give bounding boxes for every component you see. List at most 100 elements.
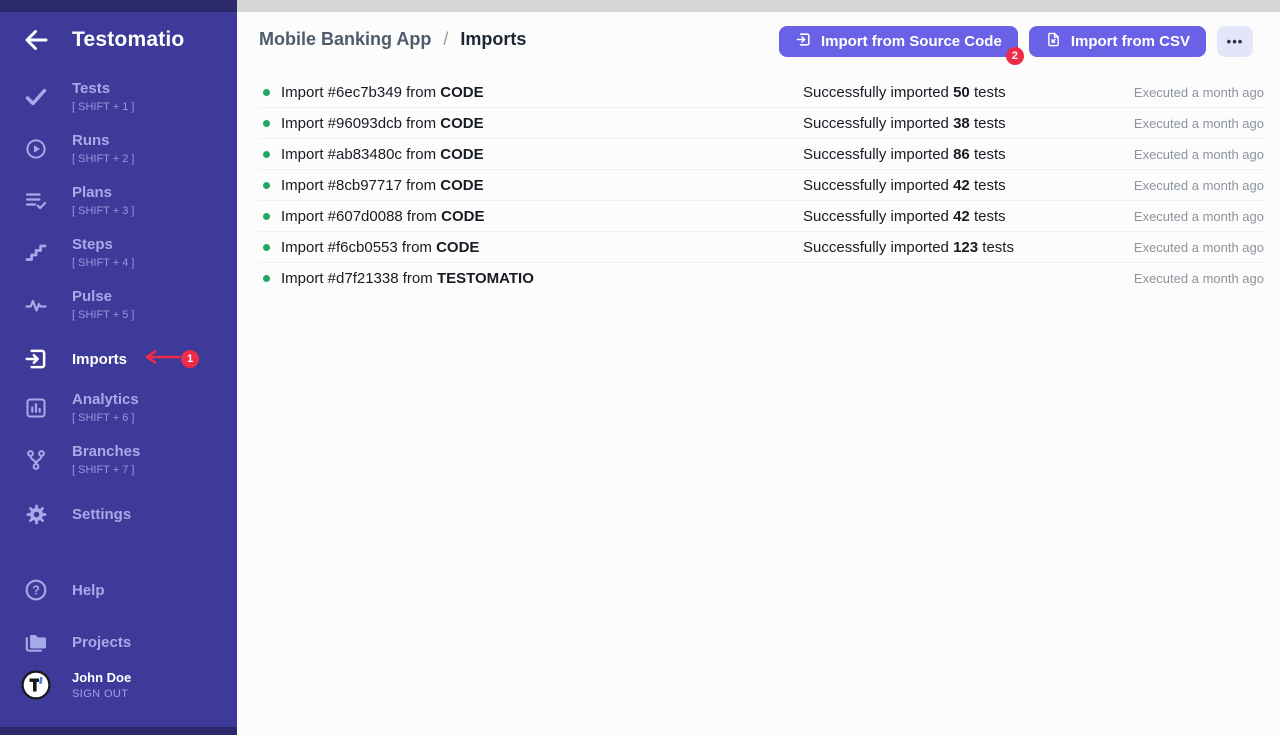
import-result: Successfully imported 50 tests [803, 84, 1134, 101]
main-top-strip [237, 0, 1280, 12]
sidebar-item-settings[interactable]: Settings [0, 501, 237, 527]
import-executed-time: Executed a month ago [1134, 116, 1264, 131]
stairs-icon [0, 241, 72, 265]
import-executed-time: Executed a month ago [1134, 85, 1264, 100]
import-icon [0, 346, 72, 372]
sidebar-item-tests[interactable]: Tests [ SHIFT + 1 ] [0, 80, 237, 114]
sidebar-item-label: Branches [72, 443, 140, 460]
import-executed-time: Executed a month ago [1134, 240, 1264, 255]
annotation-badge: 1 [181, 350, 199, 368]
brand-title: Testomatio [72, 28, 184, 52]
sidebar-top-strip [0, 0, 237, 12]
import-row[interactable]: Import #6ec7b349 from CODE Successfully … [259, 77, 1264, 108]
sidebar-item-projects[interactable]: Projects [0, 628, 237, 656]
sidebar-item-imports[interactable]: Imports 1 [0, 344, 237, 374]
annotation-arrow-icon [139, 348, 181, 371]
breadcrumb-page: Imports [460, 29, 526, 49]
ellipsis-icon: ••• [1227, 34, 1244, 49]
import-result: Successfully imported 123 tests [803, 239, 1134, 256]
import-row[interactable]: Import #8cb97717 from CODE Successfully … [259, 170, 1264, 201]
sidebar-item-label: Runs [72, 132, 134, 149]
sidebar-item-shortcut: [ SHIFT + 2 ] [72, 153, 134, 166]
sidebar-item-steps[interactable]: Steps [ SHIFT + 4 ] [0, 236, 237, 270]
bar-chart-icon [0, 396, 72, 420]
import-executed-time: Executed a month ago [1134, 271, 1264, 286]
sidebar-item-shortcut: [ SHIFT + 6 ] [72, 412, 139, 425]
arrow-left-icon [22, 26, 50, 57]
import-row[interactable]: Import #f6cb0553 from CODE Successfully … [259, 232, 1264, 263]
import-row[interactable]: Import #607d0088 from CODE Successfully … [259, 201, 1264, 232]
sidebar: Testomatio Tests [ SHIFT + 1 ] [0, 0, 237, 735]
sidebar-item-branches[interactable]: Branches [ SHIFT + 7 ] [0, 443, 237, 477]
play-circle-icon [0, 137, 72, 161]
import-title: Import #d7f21338 from TESTOMATIO [281, 270, 803, 287]
svg-text:?: ? [32, 584, 40, 598]
sidebar-item-shortcut: [ SHIFT + 1 ] [72, 101, 134, 114]
import-result: Successfully imported 38 tests [803, 115, 1134, 132]
sidebar-item-label: Analytics [72, 391, 139, 408]
sidebar-item-label: Tests [72, 80, 134, 97]
import-executed-time: Executed a month ago [1134, 209, 1264, 224]
import-row[interactable]: Import #ab83480c from CODE Successfully … [259, 139, 1264, 170]
sidebar-item-label: Projects [72, 634, 131, 651]
sidebar-item-label: Help [72, 582, 105, 599]
app-window: Testomatio Tests [ SHIFT + 1 ] [0, 0, 1280, 735]
import-row[interactable]: Import #d7f21338 from TESTOMATIO Execute… [259, 263, 1264, 293]
sidebar-item-label: Settings [72, 506, 131, 523]
user-name: John Doe [72, 670, 131, 686]
more-options-button[interactable]: ••• [1217, 26, 1253, 57]
sidebar-item-label: Pulse [72, 288, 134, 305]
import-title: Import #f6cb0553 from CODE [281, 239, 803, 256]
import-source-code-label: Import from Source Code [821, 33, 1002, 50]
user-block: John Doe SIGN OUT [0, 670, 237, 700]
list-check-icon [0, 189, 72, 213]
pulse-icon [0, 293, 72, 317]
sidebar-item-help[interactable]: ? Help [0, 576, 237, 604]
sign-out-link[interactable]: SIGN OUT [72, 688, 131, 700]
status-dot-icon [263, 120, 270, 127]
import-title: Import #607d0088 from CODE [281, 208, 803, 225]
import-title: Import #ab83480c from CODE [281, 146, 803, 163]
status-dot-icon [263, 151, 270, 158]
sidebar-bottom-strip [0, 727, 237, 735]
import-csv-button[interactable]: Import from CSV [1029, 26, 1206, 57]
status-dot-icon [263, 244, 270, 251]
breadcrumb-separator: / [443, 29, 448, 49]
status-dot-icon [263, 275, 270, 282]
imports-list: Import #6ec7b349 from CODE Successfully … [259, 77, 1264, 293]
import-title: Import #6ec7b349 from CODE [281, 84, 803, 101]
import-source-code-button[interactable]: Import from Source Code 2 [779, 26, 1018, 57]
sidebar-item-shortcut: [ SHIFT + 3 ] [72, 205, 134, 218]
sidebar-item-shortcut: [ SHIFT + 7 ] [72, 464, 140, 477]
sidebar-item-analytics[interactable]: Analytics [ SHIFT + 6 ] [0, 391, 237, 425]
back-button[interactable] [20, 25, 52, 57]
sidebar-item-pulse[interactable]: Pulse [ SHIFT + 5 ] [0, 288, 237, 322]
import-result: Successfully imported 42 tests [803, 177, 1134, 194]
gear-icon [0, 502, 72, 527]
sidebar-item-plans[interactable]: Plans [ SHIFT + 3 ] [0, 184, 237, 218]
status-dot-icon [263, 213, 270, 220]
folder-icon [0, 629, 72, 655]
import-result: Successfully imported 86 tests [803, 146, 1134, 163]
sidebar-item-runs[interactable]: Runs [ SHIFT + 2 ] [0, 132, 237, 166]
status-dot-icon [263, 182, 270, 189]
annotation-badge: 2 [1006, 47, 1024, 65]
import-executed-time: Executed a month ago [1134, 147, 1264, 162]
import-title: Import #96093dcb from CODE [281, 115, 803, 132]
breadcrumb-project[interactable]: Mobile Banking App [259, 29, 431, 49]
import-title: Import #8cb97717 from CODE [281, 177, 803, 194]
brand-bar: Testomatio [0, 24, 237, 60]
import-result: Successfully imported 42 tests [803, 208, 1134, 225]
help-circle-icon: ? [0, 577, 72, 603]
sidebar-item-shortcut: [ SHIFT + 5 ] [72, 309, 134, 322]
sidebar-item-label: Steps [72, 236, 134, 253]
import-row[interactable]: Import #96093dcb from CODE Successfully … [259, 108, 1264, 139]
sidebar-item-label: Imports [72, 351, 127, 368]
annotation-imports: 1 [139, 348, 199, 371]
breadcrumb: Mobile Banking App / Imports [259, 29, 526, 50]
import-icon [795, 31, 812, 52]
import-executed-time: Executed a month ago [1134, 178, 1264, 193]
main-content: Mobile Banking App / Imports Import from… [237, 0, 1280, 735]
git-branch-icon [0, 448, 72, 472]
header-actions: Import from Source Code 2 Import from CS… [779, 26, 1253, 57]
